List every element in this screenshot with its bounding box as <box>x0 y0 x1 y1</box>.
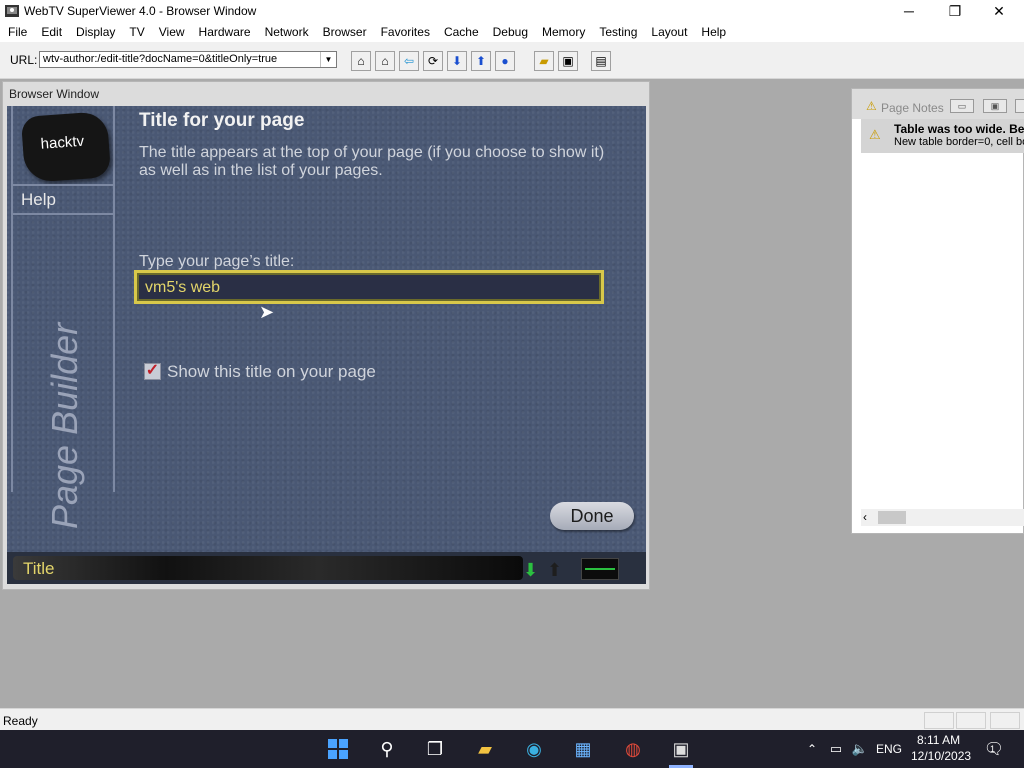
clock-time[interactable]: 8:11 AM <box>917 733 960 747</box>
page-builder-caption: Page Builder <box>44 322 85 529</box>
done-button[interactable]: Done <box>550 502 634 530</box>
menu-browser[interactable]: Browser <box>316 22 374 42</box>
divider <box>13 184 113 186</box>
note-list-item[interactable]: ⚠ Table was too wide. Be New table borde… <box>861 119 1024 153</box>
show-title-label[interactable]: Show this title on your page <box>167 362 376 382</box>
back-arrow-icon[interactable]: ⇦ <box>399 51 419 71</box>
page-notes-title: Page Notes <box>881 101 944 115</box>
status-bar: Ready <box>0 708 1024 731</box>
menu-tv[interactable]: TV <box>122 22 151 42</box>
menu-view[interactable]: View <box>152 22 192 42</box>
url-input[interactable]: wtv-author:/edit-title?docName=0&titleOn… <box>39 51 337 68</box>
menu-cache[interactable]: Cache <box>437 22 486 42</box>
start-windows-icon[interactable] <box>326 737 350 761</box>
menu-bar: File Edit Display TV View Hardware Netwo… <box>0 22 1024 42</box>
menu-display[interactable]: Display <box>69 22 122 42</box>
restore-button[interactable]: ❐ <box>932 0 978 22</box>
page-notes-title-bar[interactable]: ⚠ Page Notes ▭ ▣ ✕ <box>852 89 1024 119</box>
warning-icon: ⚠ <box>866 99 877 113</box>
webtv-screen: hacktv Help Page Builder Title for your … <box>7 106 646 584</box>
webtv-status-strip: Title ⬇ ⬆ <box>7 552 646 584</box>
task-view-icon[interactable]: ❐ <box>423 737 447 761</box>
open-folder-icon[interactable]: ▰ <box>534 51 554 71</box>
url-value: wtv-author:/edit-title?docName=0&titleOn… <box>43 53 278 65</box>
status-panel <box>924 712 954 729</box>
url-label: URL: <box>10 53 38 67</box>
logo-text: hacktv <box>40 132 85 153</box>
down-arrow-icon[interactable]: ⬇ <box>523 560 538 581</box>
up-arrow-icon[interactable]: ⬆ <box>547 560 562 581</box>
status-panel <box>956 712 986 729</box>
signal-indicator <box>581 558 619 580</box>
divider <box>13 213 113 215</box>
webtv-icon <box>4 3 20 19</box>
clock-date[interactable]: 12/10/2023 <box>911 749 971 763</box>
app-title: WebTV SuperViewer 4.0 - Browser Window <box>24 4 257 18</box>
page-builder-sidebar: hacktv Help Page Builder <box>11 106 115 529</box>
status-bar-track <box>13 556 523 580</box>
notification-count: 1 <box>990 744 996 754</box>
maximize-button[interactable]: ▣ <box>983 99 1007 113</box>
down-arrow-icon[interactable]: ⬇ <box>447 51 467 71</box>
menu-file[interactable]: File <box>0 22 34 42</box>
app-title-bar: WebTV SuperViewer 4.0 - Browser Window ─… <box>0 0 1024 22</box>
minimize-button[interactable]: ▭ <box>950 99 974 113</box>
menu-testing[interactable]: Testing <box>592 22 644 42</box>
file-explorer-icon[interactable]: ▰ <box>473 737 497 761</box>
title-input-value: vm5's web <box>145 279 221 296</box>
menu-layout[interactable]: Layout <box>644 22 694 42</box>
help-link[interactable]: Help <box>21 190 56 210</box>
close-button[interactable]: ✕ <box>1015 99 1024 113</box>
chrome-icon[interactable]: ◍ <box>621 737 645 761</box>
scroll-thumb[interactable] <box>878 511 906 524</box>
page-notes-window: ⚠ Page Notes ▭ ▣ ✕ ⚠ Table was too wide.… <box>851 88 1024 534</box>
note-detail: New table border=0, cell bo <box>894 136 1024 148</box>
volume-muted-icon[interactable]: 🔈 <box>848 737 872 761</box>
page-heading: Title for your page <box>139 110 305 131</box>
stop-icon[interactable]: ● <box>495 51 515 71</box>
menu-favorites[interactable]: Favorites <box>374 22 437 42</box>
store-icon[interactable]: ▦ <box>571 737 595 761</box>
webtv-viewer-taskbar-icon[interactable]: ▣ <box>669 737 693 761</box>
menu-help[interactable]: Help <box>694 22 733 42</box>
scroll-left-icon[interactable]: ‹ <box>863 510 867 524</box>
menu-hardware[interactable]: Hardware <box>192 22 258 42</box>
network-icon[interactable]: ▭ <box>824 737 848 761</box>
page-description: The title appears at the top of your pag… <box>139 144 605 179</box>
warning-icon: ⚠ <box>869 127 881 142</box>
up-arrow-icon[interactable]: ⬆ <box>471 51 491 71</box>
title-field-label: Type your page’s title: <box>139 253 295 270</box>
menu-network[interactable]: Network <box>258 22 316 42</box>
mouse-cursor-icon: ➤ <box>259 302 275 322</box>
home-alt-icon[interactable]: ⌂ <box>351 51 371 71</box>
menu-memory[interactable]: Memory <box>535 22 592 42</box>
save-icon[interactable]: ▣ <box>558 51 578 71</box>
show-title-checkbox[interactable]: ✓ <box>144 363 161 380</box>
status-panel <box>990 712 1020 729</box>
language-indicator[interactable]: ENG <box>876 742 902 756</box>
taskbar: ⚲ ❐ ▰ ◉ ▦ ◍ ▣ ⌃ ▭ 🔈 ENG 8:11 AM 12/10/20… <box>0 730 1024 768</box>
search-icon[interactable]: ⚲ <box>375 737 399 761</box>
title-input[interactable]: vm5's web <box>134 270 604 304</box>
home-icon[interactable]: ⌂ <box>375 51 395 71</box>
minimize-button[interactable]: ─ <box>886 0 932 22</box>
status-text: Ready <box>3 714 38 728</box>
browser-window-title-bar[interactable]: Browser Window <box>3 82 649 104</box>
edge-browser-icon[interactable]: ◉ <box>522 737 546 761</box>
horizontal-scrollbar[interactable]: ‹ <box>861 509 1024 526</box>
menu-debug[interactable]: Debug <box>486 22 535 42</box>
close-button[interactable]: ✕ <box>976 0 1022 22</box>
chevron-down-icon[interactable]: ▼ <box>320 52 336 67</box>
menu-edit[interactable]: Edit <box>34 22 69 42</box>
note-title: Table was too wide. Be <box>894 122 1024 136</box>
browser-window-title: Browser Window <box>9 87 100 101</box>
document-icon[interactable]: ▤ <box>591 51 611 71</box>
status-strip-label: Title <box>23 559 55 578</box>
chevron-up-icon[interactable]: ⌃ <box>800 737 824 761</box>
hacktv-logo[interactable]: hacktv <box>20 111 112 183</box>
reload-icon[interactable]: ⟳ <box>423 51 443 71</box>
